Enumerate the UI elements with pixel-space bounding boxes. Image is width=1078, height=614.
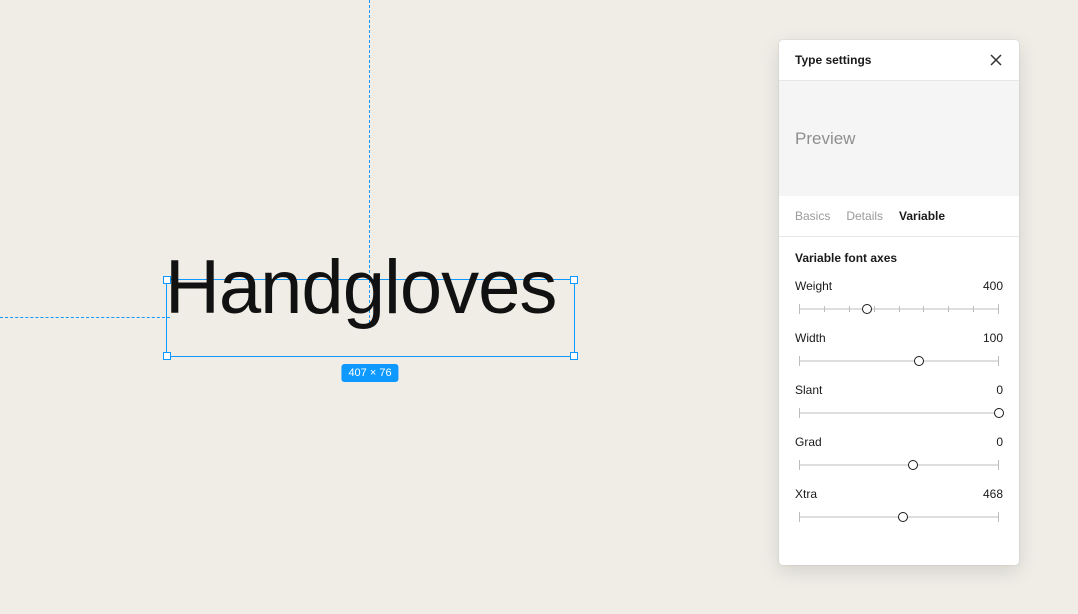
axis-slider[interactable]: [799, 303, 999, 315]
tab-variable[interactable]: Variable: [899, 209, 945, 223]
slider-tick: [799, 460, 800, 470]
slider-ticks: [799, 462, 999, 468]
axis-row: Xtra 468: [795, 487, 1003, 501]
slider-tick: [799, 512, 800, 522]
axis-label: Xtra: [795, 487, 817, 501]
axis-row: Width 100: [795, 331, 1003, 345]
axis-value[interactable]: 468: [983, 487, 1003, 501]
axis-row: Weight 400: [795, 279, 1003, 293]
variable-axes-section: Variable font axes Weight 400 Width 100 Slan…: [779, 237, 1019, 565]
preview-area: Preview: [779, 81, 1019, 196]
axis-row: Slant 0: [795, 383, 1003, 397]
type-settings-panel: Type settings Preview Basics Details Var…: [779, 40, 1019, 565]
axis-value[interactable]: 400: [983, 279, 1003, 293]
slider-ticks: [799, 410, 999, 416]
slider-tick: [998, 512, 999, 522]
slider-tick: [874, 306, 875, 312]
axis-slant: Slant 0: [795, 383, 1003, 419]
slider-thumb[interactable]: [994, 408, 1004, 418]
axis-value[interactable]: 100: [983, 331, 1003, 345]
slider-tick: [799, 304, 800, 314]
slider-tick: [899, 306, 900, 312]
slider-thumb[interactable]: [908, 460, 918, 470]
resize-handle-top-right[interactable]: [570, 276, 578, 284]
sample-text[interactable]: Handgloves: [165, 250, 556, 326]
axis-weight: Weight 400: [795, 279, 1003, 315]
slider-thumb[interactable]: [898, 512, 908, 522]
axes-section-title: Variable font axes: [795, 251, 1003, 265]
alignment-guide-horizontal: [0, 317, 170, 318]
slider-tick: [824, 306, 825, 312]
axis-label: Weight: [795, 279, 832, 293]
axis-slider[interactable]: [799, 511, 999, 523]
slider-tick: [998, 356, 999, 366]
axis-row: Grad 0: [795, 435, 1003, 449]
dimensions-badge: 407 × 76: [341, 364, 398, 382]
axis-slider[interactable]: [799, 407, 999, 419]
slider-tick: [973, 306, 974, 312]
axis-label: Slant: [795, 383, 822, 397]
slider-tick: [849, 306, 850, 312]
axis-xtra: Xtra 468: [795, 487, 1003, 523]
axis-label: Grad: [795, 435, 822, 449]
panel-header: Type settings: [779, 40, 1019, 81]
axis-label: Width: [795, 331, 826, 345]
slider-thumb[interactable]: [914, 356, 924, 366]
slider-ticks: [799, 358, 999, 364]
slider-tick: [998, 304, 999, 314]
slider-thumb[interactable]: [862, 304, 872, 314]
tab-basics[interactable]: Basics: [795, 209, 830, 223]
panel-title: Type settings: [795, 53, 871, 67]
slider-tick: [799, 408, 800, 418]
slider-tick: [948, 306, 949, 312]
axis-value[interactable]: 0: [996, 435, 1003, 449]
axis-grad: Grad 0: [795, 435, 1003, 471]
close-icon: [989, 53, 1003, 67]
slider-tick: [923, 306, 924, 312]
axis-value[interactable]: 0: [996, 383, 1003, 397]
close-button[interactable]: [987, 51, 1005, 69]
resize-handle-bottom-left[interactable]: [163, 352, 171, 360]
resize-handle-bottom-right[interactable]: [570, 352, 578, 360]
panel-tabs: Basics Details Variable: [779, 196, 1019, 237]
preview-label: Preview: [795, 129, 855, 149]
resize-handle-top-left[interactable]: [163, 276, 171, 284]
slider-ticks: [799, 306, 999, 312]
slider-tick: [799, 356, 800, 366]
selected-text-frame[interactable]: Handgloves: [166, 279, 575, 357]
tab-details[interactable]: Details: [846, 209, 883, 223]
slider-tick: [998, 460, 999, 470]
axis-width: Width 100: [795, 331, 1003, 367]
axis-slider[interactable]: [799, 459, 999, 471]
axis-slider[interactable]: [799, 355, 999, 367]
